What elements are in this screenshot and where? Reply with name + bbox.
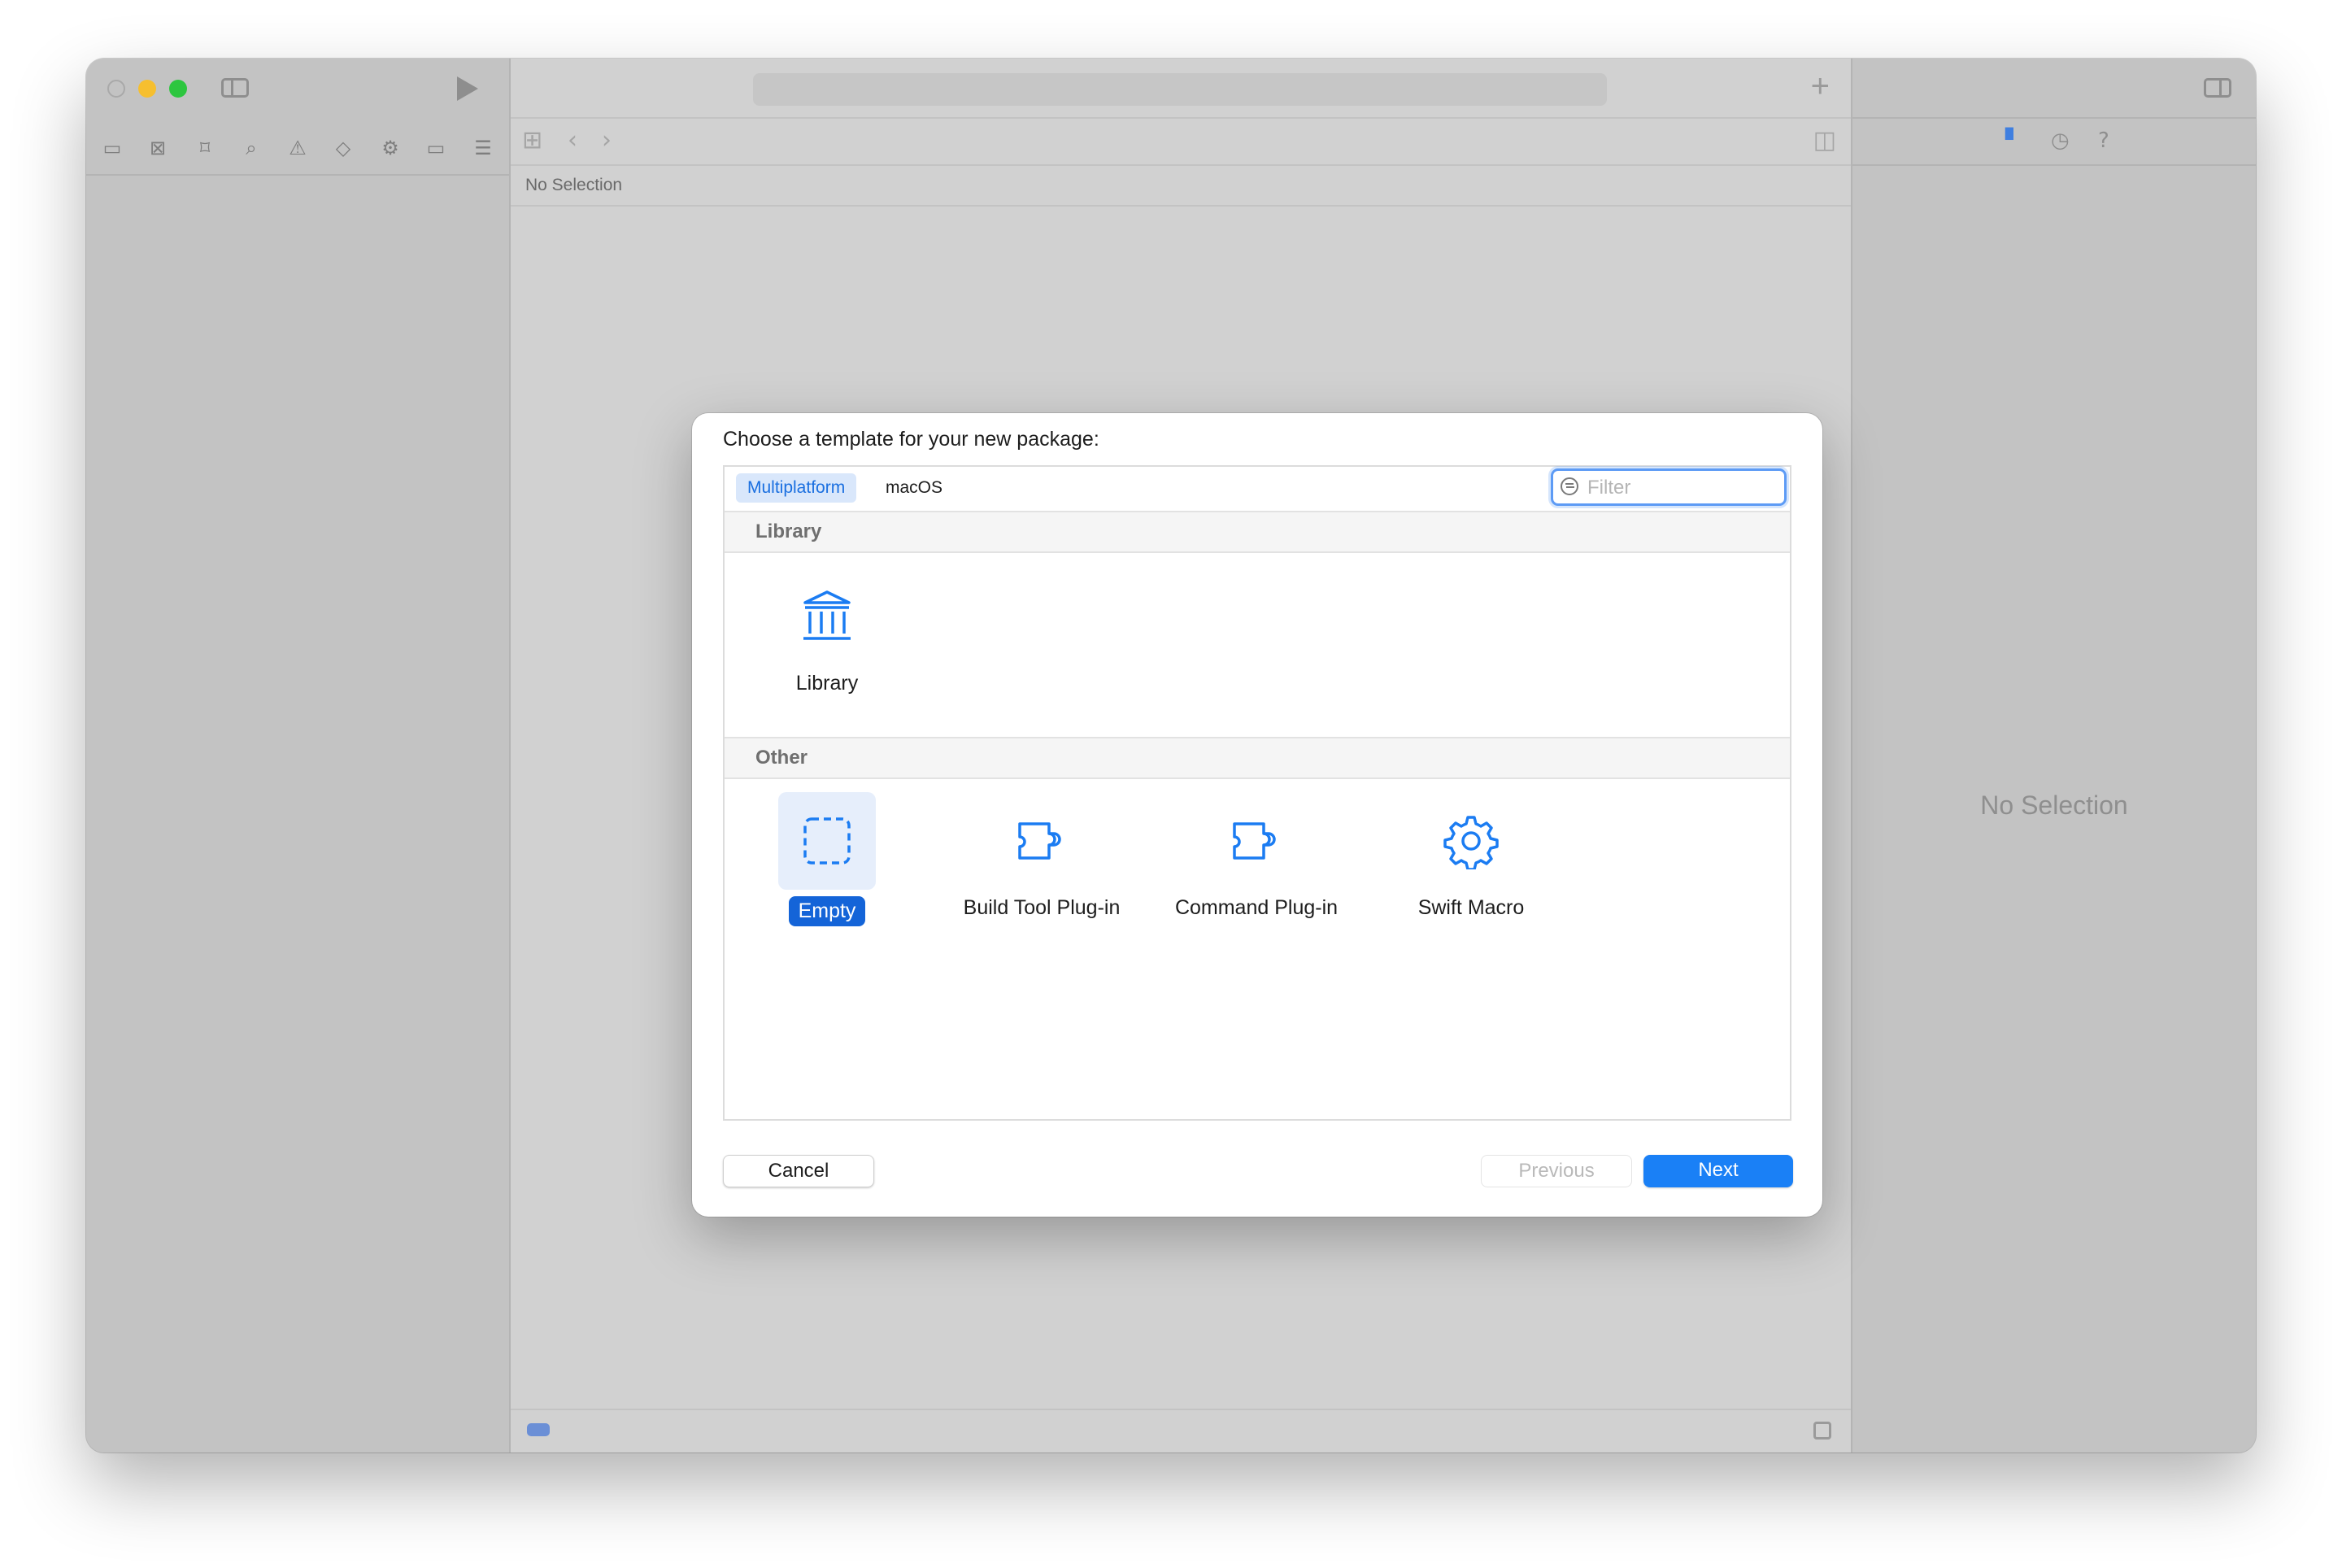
navigator-selector-bar: ▭ ⊠ ⌑ ⌕ ⚠ ◇ ⚙ ▭ ☰	[86, 125, 509, 176]
section-header-other: Other	[725, 737, 1790, 779]
template-library[interactable]: Library	[729, 568, 925, 714]
template-label: Swift Macro	[1417, 896, 1525, 919]
file-inspector-icon[interactable]: ▘	[2005, 128, 2022, 153]
jump-bar: No Selection	[511, 164, 1852, 207]
search-icon[interactable]: ⌕	[240, 137, 263, 159]
help-icon[interactable]: ?	[2098, 128, 2109, 153]
inspector-empty-label: No Selection	[1980, 791, 2128, 820]
filter-icon	[1561, 477, 1578, 495]
template-label: Build Tool Plug-in	[963, 896, 1121, 919]
filter-field[interactable]	[1551, 468, 1787, 506]
source-control-icon[interactable]: ⊠	[146, 137, 169, 159]
plus-icon[interactable]: +	[1811, 70, 1830, 102]
template-chooser-dialog: Choose a template for your new package: …	[692, 413, 1822, 1217]
inspector-panel: ▘ ◷ ? No Selection	[1851, 59, 2256, 1453]
breakpoint-icon[interactable]: ▭	[424, 137, 447, 159]
navigator-sidebar: ▭ ⊠ ⌑ ⌕ ⚠ ◇ ⚙ ▭ ☰	[86, 59, 511, 1453]
debug-bar	[511, 1409, 1852, 1453]
template-label: Library	[795, 672, 859, 695]
warning-icon[interactable]: ⚠	[286, 137, 309, 159]
sidebar-right-icon[interactable]	[2204, 78, 2231, 98]
gear-icon	[1422, 792, 1520, 890]
platform-tab-bar: Multiplatform macOS	[725, 467, 1790, 512]
report-icon[interactable]: ☰	[472, 137, 494, 159]
inspector-tabs: ▘ ◷ ?	[1852, 117, 2256, 166]
next-button[interactable]: Next	[1643, 1155, 1793, 1187]
dialog-title: Choose a template for your new package:	[723, 428, 1099, 451]
template-browser: Multiplatform macOS Library	[723, 465, 1791, 1121]
test-icon[interactable]: ◇	[332, 137, 355, 159]
template-empty[interactable]: Empty	[729, 792, 925, 939]
play-icon[interactable]	[457, 76, 478, 101]
debug-icon[interactable]: ⚙	[379, 137, 402, 159]
section-title: Library	[755, 520, 822, 542]
section-title: Other	[755, 747, 808, 769]
cancel-button[interactable]: Cancel	[723, 1155, 874, 1187]
zoom-window-button[interactable]	[169, 80, 187, 98]
filter-input[interactable]	[1586, 474, 1776, 502]
editor-titlebar: +	[511, 59, 1852, 117]
forward-icon[interactable]: ›	[602, 128, 612, 153]
bookmark-icon[interactable]: ⌑	[194, 137, 216, 159]
jump-bar-label: No Selection	[525, 176, 623, 194]
puzzle-piece-icon	[993, 792, 1090, 890]
xcode-window: ▭ ⊠ ⌑ ⌕ ⚠ ◇ ⚙ ▭ ☰ + ⊞ ‹ › ◫ No Selection	[86, 59, 2256, 1453]
dashed-square-icon	[778, 792, 876, 890]
minimize-window-button[interactable]	[138, 80, 156, 98]
tab-multiplatform[interactable]: Multiplatform	[736, 473, 857, 503]
window-titlebar	[86, 59, 509, 117]
template-swift-macro[interactable]: Swift Macro	[1373, 792, 1569, 939]
breakpoints-toggle-icon[interactable]	[527, 1423, 550, 1436]
history-icon[interactable]: ◷	[2051, 128, 2070, 153]
folder-icon[interactable]: ▭	[101, 137, 124, 159]
editor-toolbar: ⊞ ‹ › ◫	[511, 117, 1852, 166]
building-columns-icon	[778, 568, 876, 665]
sidebar-left-icon[interactable]	[221, 78, 249, 98]
template-build-tool-plugin[interactable]: Build Tool Plug-in	[944, 792, 1139, 939]
back-icon[interactable]: ‹	[568, 128, 577, 153]
section-header-library: Library	[725, 512, 1790, 553]
puzzle-piece-icon	[1208, 792, 1305, 890]
grid-icon[interactable]: ⊞	[522, 128, 542, 153]
split-editor-icon[interactable]: ◫	[1813, 128, 1836, 153]
previous-button[interactable]: Previous	[1481, 1155, 1632, 1187]
template-label: Command Plug-in	[1174, 896, 1339, 919]
template-command-plugin[interactable]: Command Plug-in	[1159, 792, 1354, 939]
activity-view	[753, 73, 1607, 106]
close-window-button[interactable]	[107, 80, 125, 98]
debug-area-toggle-icon[interactable]	[1813, 1422, 1831, 1440]
template-label: Empty	[729, 896, 925, 926]
tab-macos[interactable]: macOS	[874, 473, 954, 503]
